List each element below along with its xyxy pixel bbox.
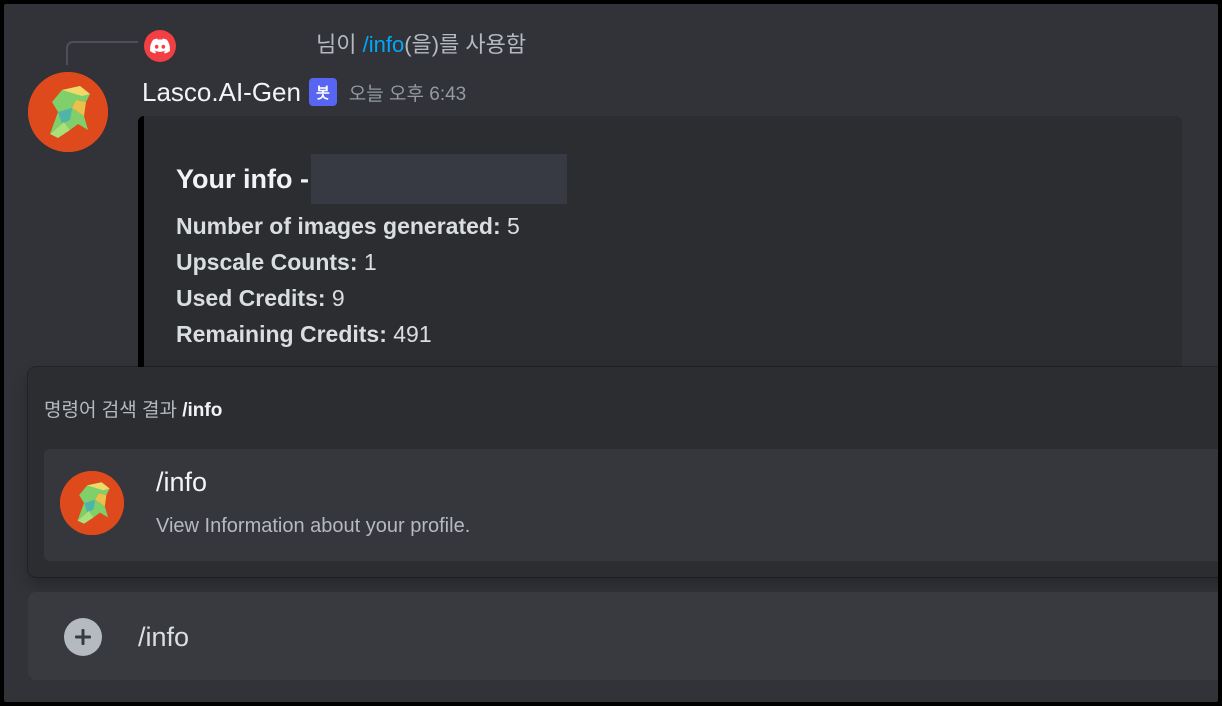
autocomplete-header-prefix: 명령어 검색 결과 xyxy=(44,400,183,421)
stat-value: 491 xyxy=(386,321,432,347)
reply-prefix: 님이 xyxy=(316,32,363,57)
embed-title: Your info - xyxy=(176,154,567,204)
horse-logo-icon xyxy=(28,72,108,152)
stat-row: Used Credits: 9 xyxy=(176,280,520,316)
message-header: Lasco.AI-Gen 봇 오늘 오후 6:43 xyxy=(142,74,466,110)
stat-label: Number of images generated: xyxy=(176,213,501,239)
info-embed: Your info - Number of images generated: … xyxy=(138,116,1182,396)
reply-command-link[interactable]: /info xyxy=(363,32,405,57)
add-attachment-button[interactable] xyxy=(64,618,102,656)
stat-row: Remaining Credits: 491 xyxy=(176,316,520,352)
stat-row: Number of images generated: 5 xyxy=(176,208,520,244)
message-timestamp: 오늘 오후 6:43 xyxy=(348,83,467,105)
reply-context: 님이 /info(을)를 사용함 xyxy=(316,30,526,60)
message-composer[interactable]: /info xyxy=(28,592,1218,680)
plus-icon xyxy=(75,629,91,645)
embed-title-text: Your info - xyxy=(176,163,309,194)
command-app-avatar xyxy=(60,471,124,535)
bot-tag: 봇 xyxy=(308,78,337,106)
reply-suffix: (을)를 사용함 xyxy=(404,32,527,57)
command-autocomplete-popup: 명령어 검색 결과 /info /info View Information a… xyxy=(28,367,1218,577)
embed-stats: Number of images generated: 5 Upscale Co… xyxy=(176,208,520,352)
autocomplete-header: 명령어 검색 결과 /info xyxy=(44,395,222,422)
redacted-username xyxy=(310,154,567,204)
reply-connector-line xyxy=(66,41,138,65)
command-option-info[interactable]: /info View Information about your profil… xyxy=(44,449,1218,561)
autocomplete-header-query: /info xyxy=(182,400,223,421)
stat-value: 5 xyxy=(500,213,520,239)
author-name[interactable]: Lasco.AI-Gen xyxy=(142,77,301,108)
stat-value: 9 xyxy=(325,285,345,311)
stat-label: Upscale Counts: xyxy=(176,249,358,275)
stat-label: Used Credits: xyxy=(176,285,326,311)
horse-logo-icon xyxy=(60,471,124,535)
command-description: View Information about your profile. xyxy=(156,515,471,537)
bot-avatar[interactable] xyxy=(28,72,108,152)
discord-icon xyxy=(144,30,176,62)
message-input[interactable]: /info xyxy=(138,618,189,656)
command-name: /info xyxy=(156,467,208,497)
stat-value: 1 xyxy=(357,249,377,275)
chat-window: 님이 /info(을)를 사용함 Lasco.AI-Gen 봇 오늘 오후 6:… xyxy=(4,4,1218,702)
stat-row: Upscale Counts: 1 xyxy=(176,244,520,280)
stat-label: Remaining Credits: xyxy=(176,321,387,347)
